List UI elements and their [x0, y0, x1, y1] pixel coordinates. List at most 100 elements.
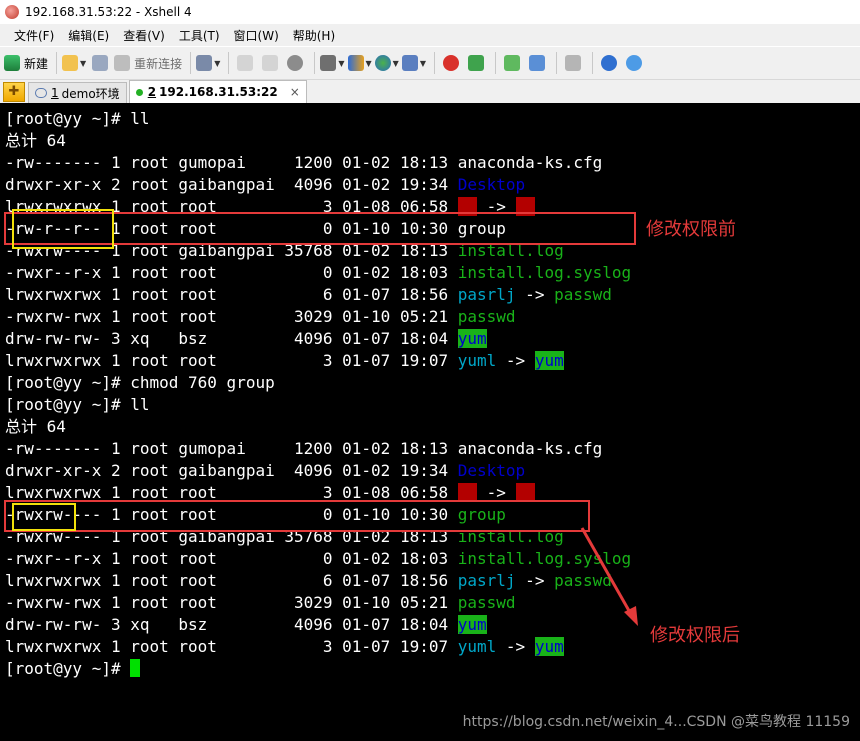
- fullscreen-icon: [528, 55, 545, 71]
- watermark: https://blog.csdn.net/weixin_4...CSDN @菜…: [462, 714, 850, 730]
- new-session-icon: [4, 55, 20, 71]
- toolbar-separator: [228, 52, 230, 74]
- terminal-line: [root@yy ~]# chmod 760 group: [5, 373, 275, 392]
- properties-icon: [196, 55, 213, 71]
- chevron-down-icon: ▼: [419, 58, 426, 68]
- copy-button[interactable]: [234, 52, 256, 74]
- terminal-line: -rwxrw-rwx 1 root root 3029 01-10 05:21 …: [5, 593, 516, 612]
- toolbar: 新建 ▼ 重新连接 ▼ ▼ ▼ ▼ ▼: [0, 46, 860, 80]
- toolbar-separator: [433, 52, 435, 74]
- before-annotation: 修改权限前: [646, 219, 736, 240]
- layout-icon: [503, 55, 520, 71]
- link-icon: [92, 55, 109, 71]
- toolbar-separator: [494, 52, 496, 74]
- help-button[interactable]: [598, 52, 620, 74]
- folder-icon: [62, 55, 79, 71]
- font-button[interactable]: ▼: [401, 52, 426, 74]
- keyboard-icon: [564, 55, 581, 71]
- terminal-line: [root@yy ~]# ll: [5, 395, 150, 414]
- terminal-line: 总计 64: [5, 131, 66, 150]
- print-button[interactable]: ▼: [320, 52, 345, 74]
- font-icon: [401, 55, 418, 71]
- menu-help[interactable]: 帮助(H): [293, 27, 335, 44]
- close-tab-icon[interactable]: ×: [290, 85, 300, 99]
- menu-tools[interactable]: 工具(T): [179, 27, 220, 44]
- annotation-arrow: [580, 527, 638, 626]
- toolbar-separator: [314, 52, 316, 74]
- terminal-line: -rwxrw-rwx 1 root root 3029 01-10 05:21 …: [5, 307, 516, 326]
- xshell-app-icon: [5, 5, 19, 19]
- open-button[interactable]: ▼: [62, 52, 86, 74]
- xmanager-icon: [467, 55, 484, 71]
- keyboard-button[interactable]: [562, 52, 584, 74]
- terminal-line: -rwxr--r-x 1 root root 0 01-02 18:03 ins…: [5, 263, 632, 282]
- after-permission-box: [12, 503, 76, 531]
- search-icon: [287, 55, 304, 71]
- terminal-line: drwxr-xr-x 2 root gaibangpai 4096 01-02 …: [5, 175, 526, 194]
- chevron-down-icon: ▼: [338, 58, 345, 68]
- terminal-line: [root@yy ~]# ll: [5, 109, 150, 128]
- reconnect-icon: [114, 55, 131, 71]
- terminal-line: lrwxrwxrwx 1 root root 3 01-07 19:07 yum…: [5, 351, 564, 370]
- menu-view[interactable]: 查看(V): [123, 27, 165, 44]
- terminal-line: -rw------- 1 root gumopai 1200 01-02 18:…: [5, 439, 603, 458]
- connected-status-icon: [135, 88, 143, 96]
- terminal-line: -rw------- 1 root gumopai 1200 01-02 18:…: [5, 153, 603, 172]
- after-annotation: 修改权限后: [650, 625, 740, 646]
- tab-number: 1: [51, 86, 59, 100]
- chat-icon: [625, 55, 642, 71]
- layout-button[interactable]: [501, 52, 523, 74]
- toolbar-separator: [56, 52, 58, 74]
- terminal-line: drw-rw-rw- 3 xq bsz 4096 01-07 18:04 yum: [5, 329, 487, 348]
- terminal-cursor: [130, 659, 141, 677]
- tab-label: demo环境: [61, 86, 120, 101]
- menu-bar: 文件(F) 编辑(E) 查看(V) 工具(T) 窗口(W) 帮助(H): [0, 24, 860, 46]
- chevron-down-icon: ▼: [80, 58, 87, 68]
- reconnect-button[interactable]: 重新连接: [114, 52, 182, 74]
- link-button[interactable]: [89, 52, 111, 74]
- palette-icon: [347, 55, 364, 71]
- fullscreen-button[interactable]: [526, 52, 548, 74]
- tab-demo[interactable]: 1 demo环境: [28, 82, 127, 103]
- new-session-label: 新建: [24, 56, 49, 71]
- xftp-button[interactable]: [440, 52, 462, 74]
- terminal-line: lrwxrwxrwx 1 root root 6 01-07 18:56 pas…: [5, 571, 612, 590]
- toolbar-separator: [190, 52, 192, 74]
- before-permission-box: [12, 209, 114, 249]
- xmanager-button[interactable]: [465, 52, 487, 74]
- terminal-line: 总计 64: [5, 417, 66, 436]
- xftp-icon: [442, 55, 459, 71]
- printer-icon: [320, 55, 337, 71]
- menu-edit[interactable]: 编辑(E): [68, 27, 109, 44]
- tab-number: 2: [147, 85, 157, 99]
- session-tab-bar: ✚ 1 demo环境 2 192.168.31.53:22 ×: [0, 80, 860, 103]
- reconnect-label: 重新连接: [134, 56, 183, 71]
- toolbar-separator: [555, 52, 557, 74]
- chevron-down-icon: ▼: [365, 58, 372, 68]
- terminal-line: lrwxrwxrwx 1 root root 6 01-07 18:56 pas…: [5, 285, 612, 304]
- paste-button[interactable]: [259, 52, 281, 74]
- terminal-prompt-line: [root@yy ~]#: [5, 658, 860, 680]
- menu-window[interactable]: 窗口(W): [234, 27, 279, 44]
- after-highlight-box: [4, 500, 590, 532]
- globe-icon: [374, 55, 391, 71]
- title-bar: 192.168.31.53:22 - Xshell 4: [0, 0, 860, 24]
- tab-active-session[interactable]: 2 192.168.31.53:22 ×: [128, 80, 307, 103]
- add-tab-button[interactable]: ✚: [3, 82, 25, 102]
- encoding-button[interactable]: ▼: [374, 52, 399, 74]
- toolbar-separator: [591, 52, 593, 74]
- session-icon: [35, 88, 47, 98]
- chevron-down-icon: ▼: [392, 58, 399, 68]
- terminal-line: drwxr-xr-x 2 root gaibangpai 4096 01-02 …: [5, 461, 526, 480]
- color-scheme-button[interactable]: ▼: [347, 52, 372, 74]
- tab-label: 192.168.31.53:22: [159, 85, 278, 99]
- paste-icon: [262, 55, 279, 71]
- help-icon: [600, 55, 617, 71]
- properties-button[interactable]: ▼: [196, 52, 220, 74]
- chevron-down-icon: ▼: [214, 58, 221, 68]
- chat-button[interactable]: [623, 52, 645, 74]
- menu-file[interactable]: 文件(F): [14, 27, 54, 44]
- find-button[interactable]: [284, 52, 306, 74]
- window-title: 192.168.31.53:22 - Xshell 4: [25, 5, 192, 19]
- new-session-button[interactable]: 新建: [4, 52, 48, 74]
